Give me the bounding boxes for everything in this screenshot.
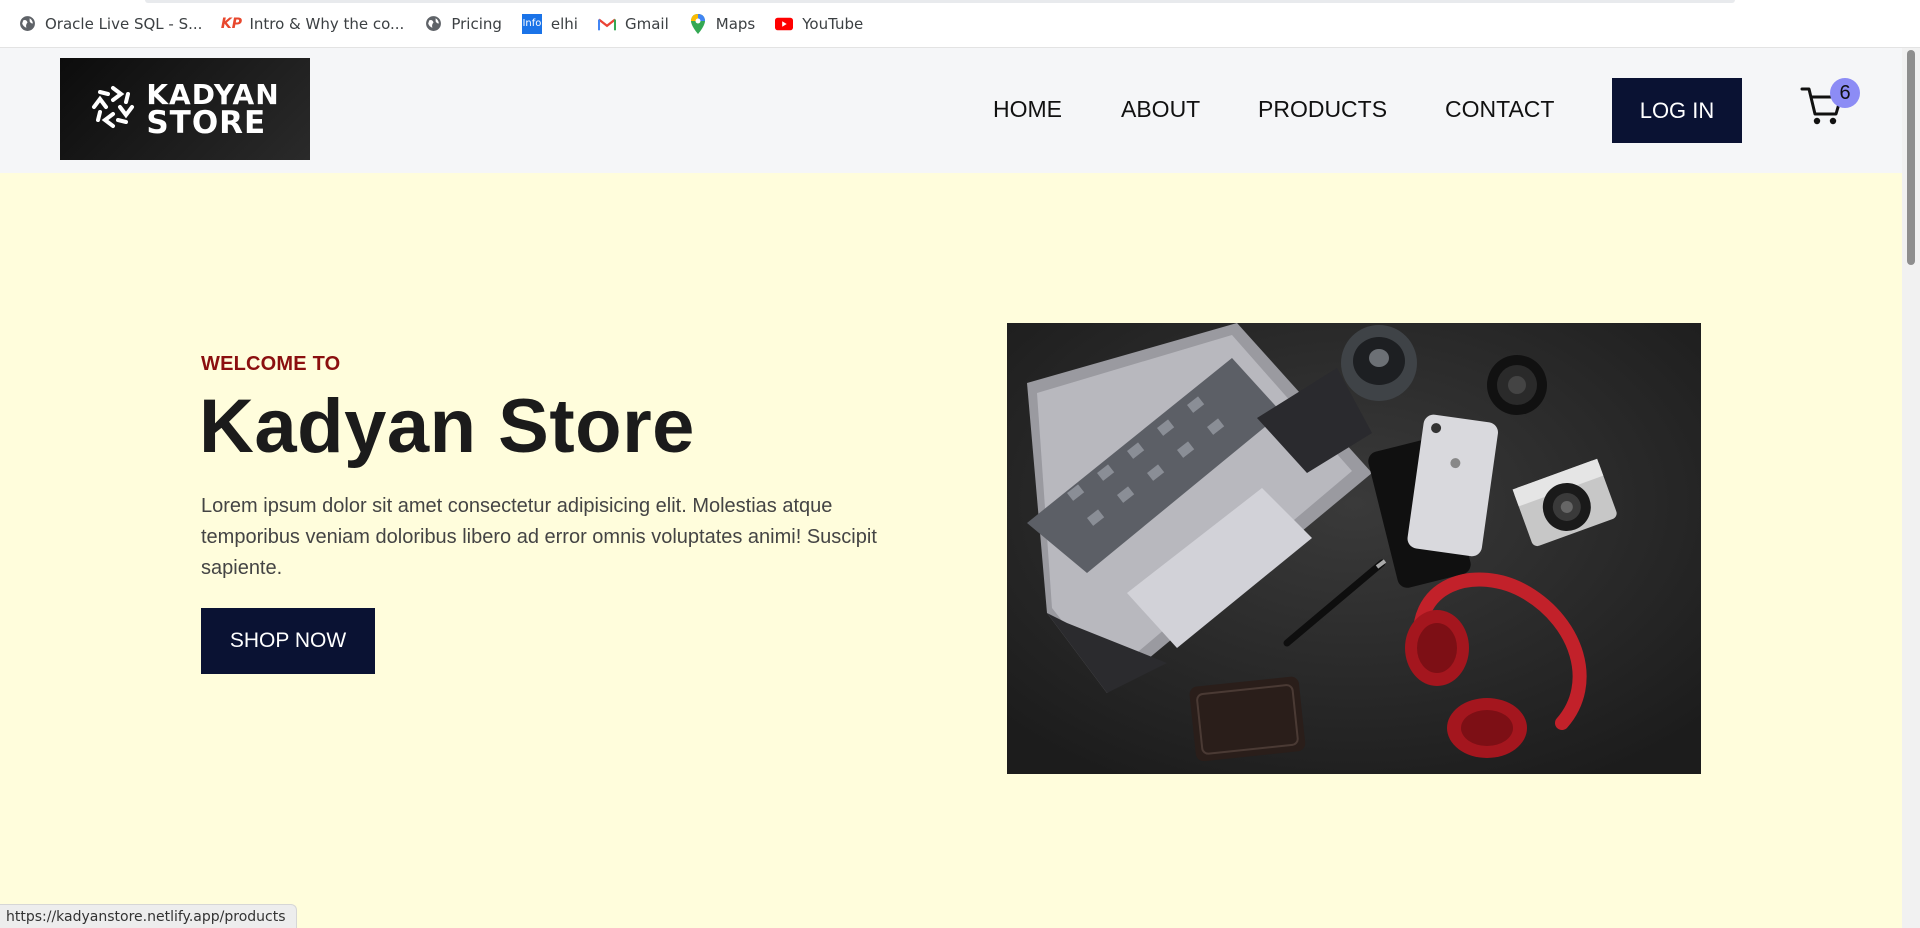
hero-welcome: WELCOME TO [201,353,341,375]
login-button[interactable]: LOG IN [1612,78,1742,143]
nav-contact[interactable]: CONTACT [1445,96,1554,123]
bookmark-label: Maps [715,14,756,33]
bookmark-youtube[interactable]: YouTube [775,15,863,33]
maps-icon [689,13,707,34]
bookmark-label: Oracle Live SQL - S... [45,14,203,33]
tab-strip-edge [145,0,1735,3]
bookmark-intro-why[interactable]: KP Intro & Why the co... [220,14,405,33]
info-icon: Info [521,13,542,34]
cart-icon [1800,87,1844,132]
hero-section: WELCOME TO Kadyan Store Lorem ipsum dolo… [0,173,1902,928]
globe-icon [424,15,442,33]
bookmark-elhi[interactable]: Info elhi [521,13,578,34]
gmail-icon [597,15,616,33]
status-bar-url: https://kadyanstore.netlify.app/products [0,904,297,928]
bookmark-oracle-live-sql[interactable]: Oracle Live SQL - S... [18,15,202,33]
cart-count-badge: 6 [1830,78,1860,108]
site-logo[interactable]: KADYAN STORE [60,58,310,160]
hero-product-illustration [1007,323,1701,774]
youtube-icon [775,15,794,33]
bookmark-label: elhi [550,14,578,33]
page-scrollbar[interactable] [1902,48,1920,928]
bookmark-label: Gmail [624,14,669,33]
hero-title: Kadyan Store [199,384,695,469]
jar-illustration [1341,325,1417,401]
lens-illustration [1487,355,1547,415]
nav-home[interactable]: HOME [993,96,1062,123]
shop-now-button[interactable]: SHOP NOW [201,608,375,674]
bookmark-label: YouTube [802,14,864,33]
nav-about[interactable]: ABOUT [1121,96,1200,123]
bookmark-gmail[interactable]: Gmail [597,14,669,33]
scrollbar-thumb[interactable] [1907,50,1915,265]
logo-mark-icon [90,84,136,135]
nav-products[interactable]: PRODUCTS [1258,96,1387,123]
bookmark-label: Intro & Why the co... [249,14,405,33]
logo-line-2: STORE [146,105,267,141]
bookmark-maps[interactable]: Maps [689,13,756,34]
wallet-illustration [1189,676,1306,762]
kp-icon: KP [220,15,242,32]
bookmarks-bar: Oracle Live SQL - S... KP Intro & Why th… [0,0,1920,48]
hero-product-image [1007,323,1701,774]
bookmark-label: Pricing [451,14,502,33]
globe-icon [18,15,36,33]
hero-description: Lorem ipsum dolor sit amet consectetur a… [201,495,877,579]
bookmark-pricing[interactable]: Pricing [424,15,502,33]
site-header: KADYAN STORE HOME ABOUT PRODUCTS CONTACT… [0,48,1902,173]
logo-text: KADYAN STORE [146,81,279,141]
